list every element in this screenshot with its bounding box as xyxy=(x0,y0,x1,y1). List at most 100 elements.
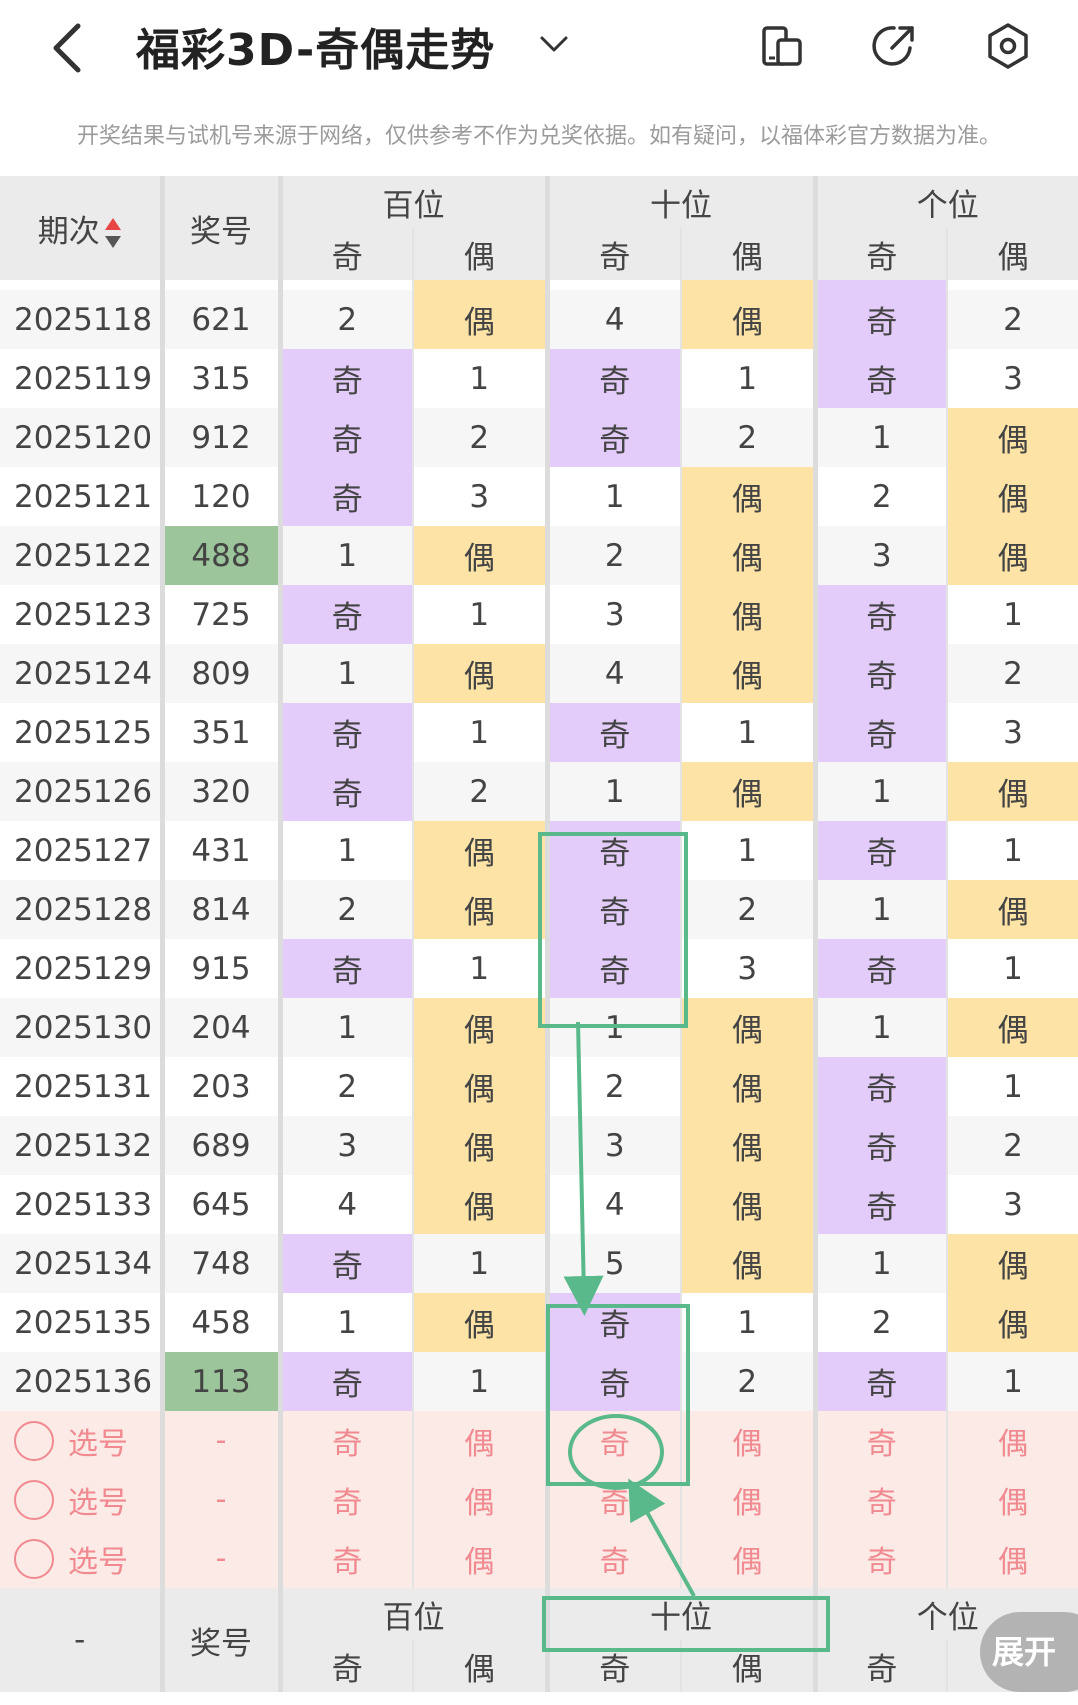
pick-cell[interactable]: 偶 xyxy=(946,1529,1078,1588)
group-header-units: 个位 xyxy=(812,176,1078,228)
footer-sub-odd: 奇 xyxy=(277,1640,413,1692)
table-row: 2025121 120 奇 3 1 偶 2 偶 xyxy=(0,467,1078,526)
draw-number: 458 xyxy=(159,1293,280,1352)
pick-select[interactable]: 选号 xyxy=(0,1470,162,1529)
trend-cell: 奇 xyxy=(812,1057,947,1116)
trend-cell: 奇 xyxy=(277,585,413,644)
radio-icon[interactable] xyxy=(14,1479,54,1520)
trend-cell: 1 xyxy=(680,821,815,880)
pick-select[interactable]: 选号 xyxy=(0,1529,162,1588)
table-row: 2025124 809 1 偶 4 偶奇 2 xyxy=(0,644,1078,703)
table-row: 2025122 488 1 偶 2 偶 3 偶 xyxy=(0,526,1078,585)
trend-cell: 1 xyxy=(680,1293,815,1352)
pick-label: 选号 xyxy=(68,1426,128,1462)
trend-cell: 偶 xyxy=(412,1057,547,1116)
trend-cell: 1 xyxy=(812,408,947,467)
trend-cell: 偶 xyxy=(680,1175,815,1234)
table-row: 2025133 645 4 偶 4 偶奇 3 xyxy=(0,1175,1078,1234)
trend-cell: 奇 xyxy=(812,349,947,408)
trend-cell: 偶 xyxy=(680,998,815,1057)
trend-cell: 2 xyxy=(277,880,413,939)
trend-cell: 2 xyxy=(680,1352,815,1411)
trend-cell: 2 xyxy=(812,1293,947,1352)
trend-cell: 奇 xyxy=(812,1175,947,1234)
pick-cell[interactable]: 偶 xyxy=(680,1411,815,1470)
expand-button[interactable]: 展开 xyxy=(980,1612,1078,1692)
chevron-down-icon[interactable] xyxy=(538,28,570,60)
annotation-box-footer-tens xyxy=(542,1596,830,1652)
table-row: 2025118 621 2 偶 4 偶奇 2 xyxy=(0,290,1078,349)
trend-cell: 偶 xyxy=(946,1234,1078,1293)
share-icon[interactable] xyxy=(870,22,918,70)
radio-icon[interactable] xyxy=(14,1538,54,1579)
pick-cell[interactable]: 奇 xyxy=(277,1529,413,1588)
sub-header-even: 偶 xyxy=(680,228,815,280)
trend-cell: 2 xyxy=(277,1057,413,1116)
table-row: 2025136 113 奇 1 奇 2 奇 1 xyxy=(0,1352,1078,1411)
pick-cell[interactable]: 偶 xyxy=(680,1529,815,1588)
page-title[interactable]: 福彩3D-奇偶走势 xyxy=(136,14,495,78)
trend-cell: 奇 xyxy=(812,585,947,644)
trend-cell: 奇 xyxy=(277,762,413,821)
issue-number: 2025134 xyxy=(0,1234,162,1293)
trend-cell: 1 xyxy=(277,998,413,1057)
pick-cell[interactable]: 偶 xyxy=(946,1411,1078,1470)
trend-cell: 3 xyxy=(544,585,681,644)
pick-cell[interactable]: 偶 xyxy=(412,1529,547,1588)
draw-number: 351 xyxy=(159,703,280,762)
draw-number: 203 xyxy=(159,1057,280,1116)
sort-icon[interactable] xyxy=(104,216,122,250)
pick-cell[interactable]: 偶 xyxy=(412,1470,547,1529)
footer-number-header: 奖号 xyxy=(159,1588,280,1692)
issue-number: 2025135 xyxy=(0,1293,162,1352)
trend-cell: 1 xyxy=(946,1352,1078,1411)
table-row: 2025131 203 2 偶 2 偶奇 1 xyxy=(0,1057,1078,1116)
trend-cell: 奇 xyxy=(544,349,681,408)
trend-cell: 偶 xyxy=(680,290,815,349)
issue-number: 2025133 xyxy=(0,1175,162,1234)
trend-cell: 1 xyxy=(946,585,1078,644)
issue-number: 2025122 xyxy=(0,526,162,585)
trend-cell: 偶 xyxy=(412,1116,547,1175)
footer-sub-even: 偶 xyxy=(412,1640,547,1692)
issue-number: 2025127 xyxy=(0,821,162,880)
table-row: 2025119 315 奇 1 奇 1 奇 3 xyxy=(0,349,1078,408)
pick-cell[interactable]: 偶 xyxy=(680,1470,815,1529)
pick-select[interactable]: 选号 xyxy=(0,1411,162,1470)
settings-icon[interactable] xyxy=(984,22,1032,70)
pick-cell[interactable]: 偶 xyxy=(946,1470,1078,1529)
trend-cell: 2 xyxy=(946,290,1078,349)
trend-cell: 3 xyxy=(680,939,815,998)
trend-cell: 偶 xyxy=(680,1057,815,1116)
trend-cell: 2 xyxy=(544,1057,681,1116)
pick-cell[interactable]: 奇 xyxy=(812,1411,947,1470)
pick-cell[interactable]: 奇 xyxy=(544,1529,681,1588)
trend-cell: 奇 xyxy=(812,644,947,703)
draw-number: 912 xyxy=(159,408,280,467)
trend-cell: 偶 xyxy=(412,821,547,880)
issue-number: 2025129 xyxy=(0,939,162,998)
issue-header[interactable]: 期次 xyxy=(0,176,162,280)
trend-cell: 1 xyxy=(544,467,681,526)
pick-cell[interactable]: 奇 xyxy=(277,1470,413,1529)
radio-icon[interactable] xyxy=(14,1420,54,1461)
issue-number: 2025118 xyxy=(0,290,162,349)
draw-number: 725 xyxy=(159,585,280,644)
pick-cell[interactable]: 奇 xyxy=(812,1470,947,1529)
footer-issue: - xyxy=(0,1588,162,1692)
back-icon[interactable] xyxy=(48,18,88,78)
trend-cell: 1 xyxy=(277,526,413,585)
pick-cell[interactable]: 偶 xyxy=(412,1411,547,1470)
draw-number: 814 xyxy=(159,880,280,939)
issue-number: 2025119 xyxy=(0,349,162,408)
issue-number: 2025131 xyxy=(0,1057,162,1116)
draw-number: 689 xyxy=(159,1116,280,1175)
issue-number: 2025136 xyxy=(0,1352,162,1411)
device-switch-icon[interactable] xyxy=(758,22,806,70)
sub-header-even: 偶 xyxy=(946,228,1078,280)
top-bar: 福彩3D-奇偶走势 xyxy=(0,0,1078,96)
pick-cell[interactable]: 奇 xyxy=(812,1529,947,1588)
draw-number: 488 xyxy=(159,526,280,585)
pick-cell[interactable]: 奇 xyxy=(277,1411,413,1470)
trend-cell: 1 xyxy=(812,1234,947,1293)
